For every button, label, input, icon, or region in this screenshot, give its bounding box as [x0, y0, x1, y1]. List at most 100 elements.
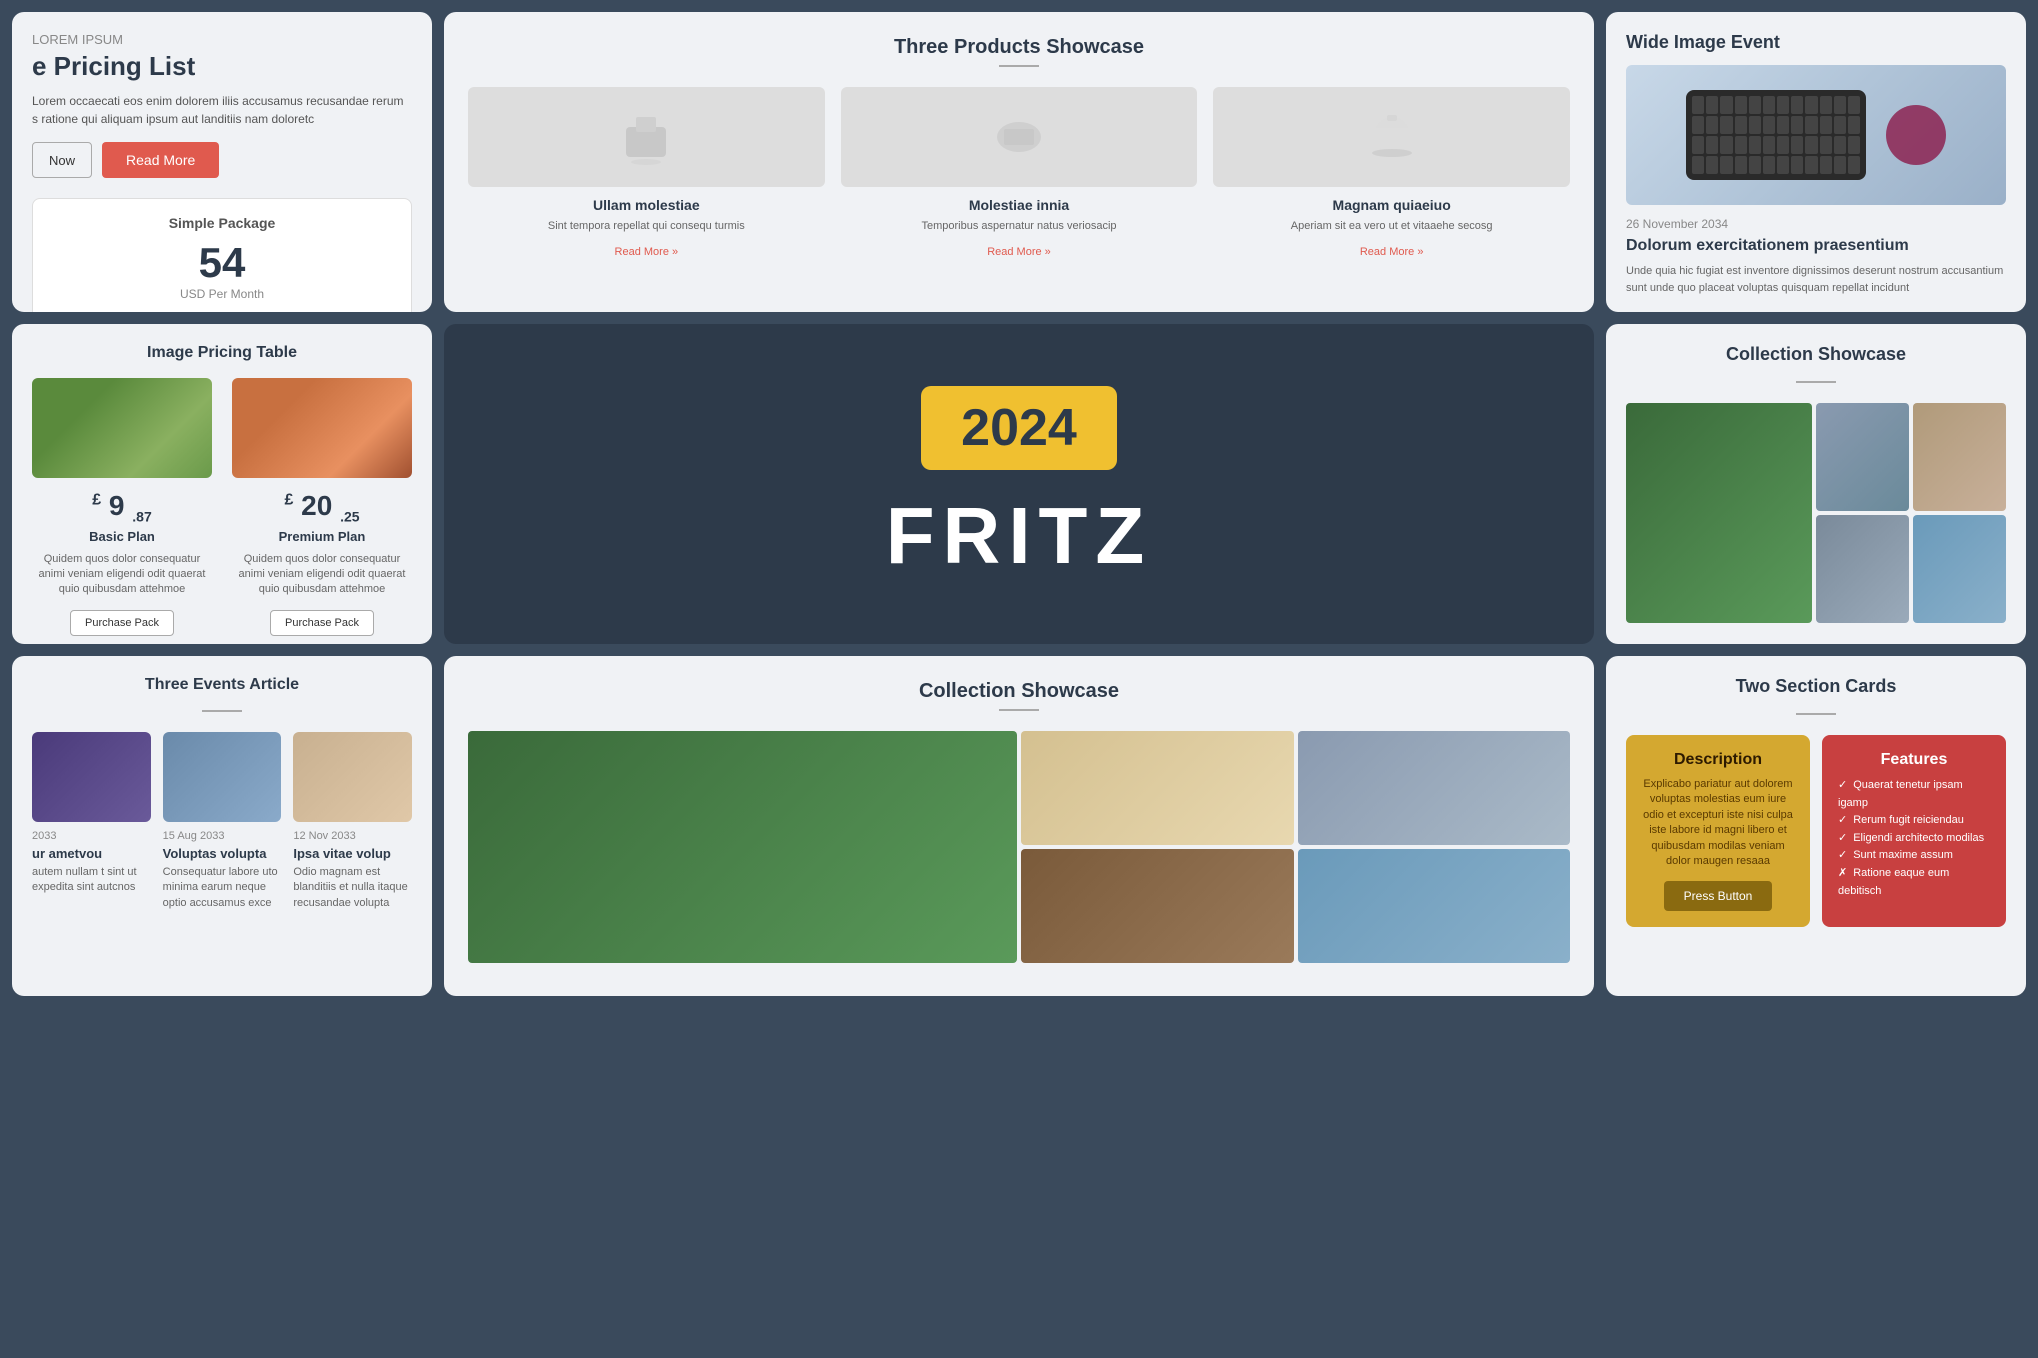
product-readmore-1[interactable]: Read More » [615, 246, 679, 258]
fruit-visual [1886, 105, 1946, 165]
key [1706, 136, 1718, 154]
key [1820, 136, 1832, 154]
product-subtitle-2: Temporibus aspernatur natus veriosacip [841, 219, 1198, 234]
cb-img-2 [1021, 731, 1294, 845]
collection-bottom-title: Collection Showcase [468, 680, 1570, 703]
two-section-cards: Two Section Cards Description Explicabo … [1606, 656, 2026, 996]
key [1777, 136, 1789, 154]
key [1763, 116, 1775, 134]
key [1848, 156, 1860, 174]
product-readmore-2[interactable]: Read More » [987, 246, 1051, 258]
product-item-3: Magnam quiaeiuo Aperiam sit ea vero ut e… [1213, 87, 1570, 260]
product-icon-2 [989, 107, 1049, 167]
event-date-1: 2033 [32, 830, 151, 842]
event-title-2: Voluptas volupta [163, 846, 282, 861]
event-date-2: 15 Aug 2033 [163, 830, 282, 842]
pricing-list-desc: Lorem occaecati eos enim dolorem iliis a… [32, 92, 412, 128]
premium-cents: .25 [340, 509, 359, 525]
event-desc-1: autem nullam t sint ut expedita sint aut… [32, 865, 151, 896]
feature-li-2: Rerum fugit reiciendau [1838, 812, 1990, 830]
event-date-3: 12 Nov 2033 [293, 830, 412, 842]
product-item-1: Ullam molestiae Sint tempora repellat qu… [468, 87, 825, 260]
event-item-1: 2033 ur ametvou autem nullam t sint ut e… [32, 732, 151, 911]
event-item-2: 15 Aug 2033 Voluptas volupta Consequatur… [163, 732, 282, 911]
key [1692, 136, 1704, 154]
key [1763, 96, 1775, 114]
product-img-3 [1213, 87, 1570, 187]
now-button[interactable]: Now [32, 142, 92, 178]
key [1735, 136, 1747, 154]
events-title: Three Events Article [32, 676, 412, 694]
showcase-img-3 [1913, 403, 2006, 511]
basic-currency: £ [92, 492, 101, 509]
key [1820, 116, 1832, 134]
event-desc-3: Odio magnam est blanditiis et nulla itaq… [293, 865, 412, 911]
product-icon-3 [1362, 107, 1422, 167]
key [1763, 156, 1775, 174]
product-img-1 [468, 87, 825, 187]
premium-purchase-button[interactable]: Purchase Pack [270, 610, 374, 636]
cb-img-4 [1021, 849, 1294, 963]
description-section: Description Explicabo pariatur aut dolor… [1626, 735, 1810, 927]
food-image-2 [232, 378, 412, 478]
cb-img-5 [1298, 849, 1571, 963]
showcase-grid [1626, 403, 2006, 623]
fritz-logo-text: FRITZ [886, 490, 1153, 582]
two-sections-grid: Description Explicabo pariatur aut dolor… [1626, 735, 2006, 927]
key [1777, 156, 1789, 174]
key [1791, 116, 1803, 134]
key [1692, 96, 1704, 114]
three-products-card: Three Products Showcase Ullam molestiae … [444, 12, 1594, 312]
basic-plan-desc: Quidem quos dolor consequatur animi veni… [32, 552, 212, 598]
press-button[interactable]: Press Button [1664, 881, 1773, 911]
key [1692, 156, 1704, 174]
wide-event-title: Wide Image Event [1626, 32, 2006, 53]
fritz-logo-cell: 2024 FRITZ [444, 324, 1594, 644]
key [1720, 96, 1732, 114]
read-more-button[interactable]: Read More [102, 142, 219, 178]
key [1749, 116, 1761, 134]
key [1820, 96, 1832, 114]
image-pricing-table-card: Image Pricing Table £ 9 .87 Basic Plan Q… [12, 324, 432, 644]
products-title: Three Products Showcase [468, 36, 1570, 59]
key [1791, 96, 1803, 114]
key [1848, 96, 1860, 114]
features-list: Quaerat tenetur ipsam igamp Rerum fugit … [1838, 777, 1990, 900]
wide-image-event-card: Wide Image Event 26 November 2034 Doloru… [1606, 12, 2026, 312]
three-events-card: Three Events Article 2033 ur ametvou aut… [12, 656, 432, 996]
two-section-divider [1796, 713, 1836, 715]
product-icon-1 [616, 107, 676, 167]
key [1763, 136, 1775, 154]
collection-showcase-title: Collection Showcase [1626, 344, 2006, 365]
key [1805, 136, 1817, 154]
product-item-2: Molestiae innia Temporibus aspernatur na… [841, 87, 1198, 260]
feature-li-1: Quaerat tenetur ipsam igamp [1838, 777, 1990, 812]
key [1791, 136, 1803, 154]
pricing-items: £ 9 .87 Basic Plan Quidem quos dolor con… [32, 378, 412, 636]
showcase-img-2 [1816, 403, 1909, 511]
key [1791, 156, 1803, 174]
key [1735, 116, 1747, 134]
collection-divider [1796, 381, 1836, 383]
pricing-list-title: e Pricing List [32, 51, 412, 82]
cb-img-1 [468, 731, 1017, 963]
key [1720, 136, 1732, 154]
key [1848, 136, 1860, 154]
feature-li-5: Ratione eaque eum debitisch [1838, 865, 1990, 900]
simple-package-box: Simple Package 54 USD Per Month Incidunt… [32, 198, 412, 312]
pricing-table-title: Image Pricing Table [32, 344, 412, 362]
key [1749, 96, 1761, 114]
main-grid: LOREM IPSUM e Pricing List Lorem occaeca… [0, 0, 2038, 1358]
event-title-1: ur ametvou [32, 846, 151, 861]
key [1706, 116, 1718, 134]
basic-purchase-button[interactable]: Purchase Pack [70, 610, 174, 636]
event-item-3: 12 Nov 2033 Ipsa vitae volup Odio magnam… [293, 732, 412, 911]
events-grid: 2033 ur ametvou autem nullam t sint ut e… [32, 732, 412, 911]
event-description: Unde quia hic fugiat est inventore digni… [1626, 263, 2006, 296]
products-grid: Ullam molestiae Sint tempora repellat qu… [468, 87, 1570, 260]
keyboard-visual [1686, 90, 1866, 180]
event-title-3: Ipsa vitae volup [293, 846, 412, 861]
product-readmore-3[interactable]: Read More » [1360, 246, 1424, 258]
event-headline: Dolorum exercitationem praesentium [1626, 237, 2006, 255]
events-divider [202, 710, 242, 712]
